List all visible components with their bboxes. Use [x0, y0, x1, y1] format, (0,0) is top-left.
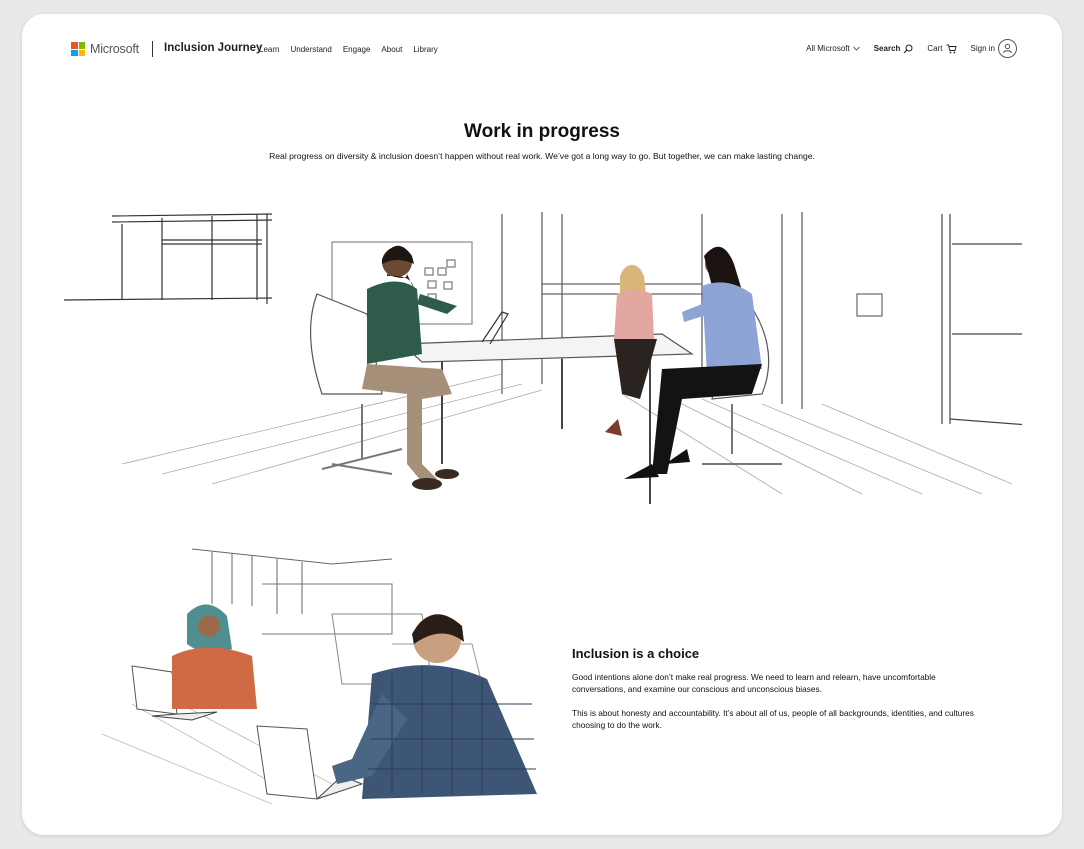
sign-in-label: Sign in: [970, 44, 995, 53]
chevron-down-icon: [852, 46, 860, 51]
main-nav: Learn Understand Engage About Library: [259, 45, 438, 54]
search-label: Search: [873, 44, 901, 53]
microsoft-logo[interactable]: Microsoft: [71, 42, 139, 56]
nav-about[interactable]: About: [381, 45, 402, 54]
inclusion-office-illustration: [101, 548, 537, 805]
microsoft-logo-icon: [71, 42, 85, 56]
hero-subtitle: Real progress on diversity & inclusion d…: [269, 151, 815, 161]
search-icon: [904, 44, 913, 53]
site-title[interactable]: Inclusion Journey: [164, 42, 262, 54]
all-microsoft-menu[interactable]: All Microsoft: [806, 44, 860, 53]
nav-understand[interactable]: Understand: [290, 45, 331, 54]
site-header: Microsoft Inclusion Journey Learn Unders…: [22, 14, 1062, 84]
brand-name: Microsoft: [90, 42, 139, 56]
hero-office-illustration: [63, 212, 1022, 504]
cart-button[interactable]: Cart: [927, 44, 957, 54]
search-button[interactable]: Search: [874, 44, 914, 54]
user-icon: [998, 39, 1017, 58]
cart-label: Cart: [927, 44, 943, 53]
person-woman-hijab: [172, 604, 257, 709]
utility-nav: All Microsoft Search Cart Sign in: [806, 39, 1017, 58]
header-divider: [152, 41, 153, 57]
section-paragraph-1: Good intentions alone don’t make real pr…: [572, 672, 936, 694]
nav-library[interactable]: Library: [413, 45, 437, 54]
section-title: Inclusion is a choice: [572, 646, 700, 661]
all-microsoft-label: All Microsoft: [806, 44, 850, 53]
hero-title: Work in progress: [464, 121, 620, 142]
cart-icon: [946, 44, 957, 53]
person-man-plaid-shirt: [332, 614, 537, 799]
sign-in-button[interactable]: Sign in: [971, 39, 1017, 58]
section-paragraph-2: This is about honesty and accountability…: [572, 708, 974, 730]
nav-engage[interactable]: Engage: [343, 45, 371, 54]
nav-learn[interactable]: Learn: [259, 45, 279, 54]
page-frame: Microsoft Inclusion Journey Learn Unders…: [22, 14, 1062, 835]
